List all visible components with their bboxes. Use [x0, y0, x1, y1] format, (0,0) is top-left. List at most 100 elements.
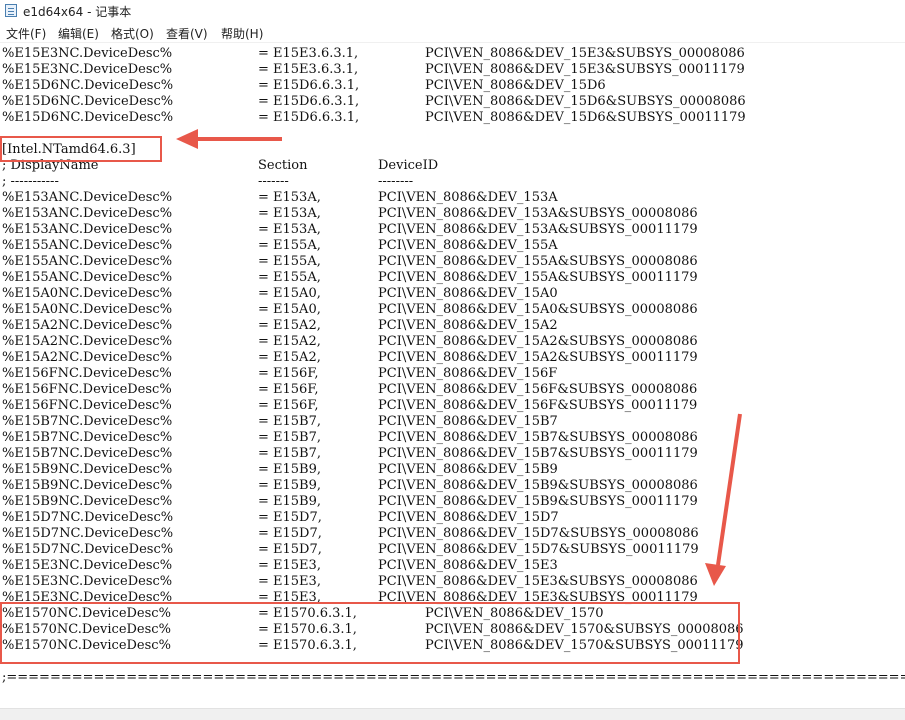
- line-col-deviceid: PCI\VEN_8086&DEV_15A0&SUBSYS_00008086: [378, 302, 698, 317]
- line-col-deviceid: PCI\VEN_8086&DEV_15E3: [378, 558, 558, 573]
- line-col-section: = E156F,: [258, 366, 319, 381]
- menu-file[interactable]: 文件(F): [6, 25, 46, 42]
- line-col-deviceid: PCI\VEN_8086&DEV_15D7&SUBSYS_00011179: [378, 542, 699, 557]
- menu-bar: 文件(F) 编辑(E) 格式(O) 查看(V) 帮助(H): [0, 22, 905, 43]
- text-line: %E153ANC.DeviceDesc% = E153A, PCI\VEN_8086…: [2, 190, 902, 206]
- line-col-name: %E153ANC.DeviceDesc%: [2, 222, 173, 237]
- line-col-name: %E15B9NC.DeviceDesc%: [2, 462, 173, 477]
- text-line: %E15D6NC.DeviceDesc% = E15D6.6.3.1, PCI\VE…: [2, 110, 902, 126]
- line-col-name: %E15B7NC.DeviceDesc%: [2, 414, 173, 429]
- text-line: %E15D7NC.DeviceDesc% = E15D7, PCI\VEN_8086…: [2, 542, 902, 558]
- line-col-section: = E15D6.6.3.1,: [258, 110, 360, 125]
- line-col-section: = E155A,: [258, 270, 321, 285]
- line-col-section: -------: [258, 174, 289, 189]
- line-col-name: %E15E3NC.DeviceDesc%: [2, 46, 173, 61]
- line-col-deviceid: PCI\VEN_8086&DEV_153A: [378, 190, 558, 205]
- text-line: %E15A2NC.DeviceDesc% = E15A2, PCI\VEN_8086…: [2, 350, 902, 366]
- text-line: %E15E3NC.DeviceDesc% = E15E3.6.3.1, PCI\VE…: [2, 62, 902, 78]
- text-line: %E15B7NC.DeviceDesc% = E15B7, PCI\VEN_8086…: [2, 430, 902, 446]
- line-col-deviceid: PCI\VEN_8086&DEV_15D7&SUBSYS_00008086: [378, 526, 699, 541]
- horizontal-scrollbar[interactable]: [0, 708, 905, 720]
- line-col-name: %E15A2NC.DeviceDesc%: [2, 318, 173, 333]
- line-col-deviceid: PCI\VEN_8086&DEV_15B7&SUBSYS_00011179: [378, 446, 698, 461]
- line-col-deviceid: PCI\VEN_8086&DEV_15A2&SUBSYS_00011179: [378, 350, 698, 365]
- text-line: %E15D7NC.DeviceDesc% = E15D7, PCI\VEN_8086…: [2, 510, 902, 526]
- line-col-name: %E15E3NC.DeviceDesc%: [2, 574, 173, 589]
- window-title: e1d64x64 - 记事本: [23, 5, 132, 19]
- line-col-name: %E15A2NC.DeviceDesc%: [2, 334, 173, 349]
- line-col-name: %E155ANC.DeviceDesc%: [2, 254, 173, 269]
- line-col-name: %E15D7NC.DeviceDesc%: [2, 542, 174, 557]
- line-col-name: %E156FNC.DeviceDesc%: [2, 398, 172, 413]
- annotation-box-e1570-lines: [0, 602, 740, 664]
- line-col-name: %E15D7NC.DeviceDesc%: [2, 526, 174, 541]
- text-line: %E15B9NC.DeviceDesc% = E15B9, PCI\VEN_8086…: [2, 478, 902, 494]
- text-line: %E155ANC.DeviceDesc% = E155A, PCI\VEN_8086…: [2, 238, 902, 254]
- line-col-section: = E15B9,: [258, 462, 322, 477]
- line-col-section: = E15D6.6.3.1,: [258, 94, 360, 109]
- line-col-name: %E156FNC.DeviceDesc%: [2, 366, 172, 381]
- line-col-deviceid: PCI\VEN_8086&DEV_15A2: [378, 318, 558, 333]
- text-line: %E153ANC.DeviceDesc% = E153A, PCI\VEN_8086…: [2, 206, 902, 222]
- line-col-section: = E15D7,: [258, 526, 322, 541]
- line-col-name: %E15E3NC.DeviceDesc%: [2, 62, 173, 77]
- line-col-section: = E155A,: [258, 254, 321, 269]
- line-col-name: ;=======================================…: [2, 670, 905, 685]
- line-col-deviceid: PCI\VEN_8086&DEV_15B9&SUBSYS_00011179: [378, 494, 698, 509]
- line-col-deviceid: PCI\VEN_8086&DEV_155A&SUBSYS_00011179: [378, 270, 698, 285]
- line-col-section: = E153A,: [258, 222, 321, 237]
- text-line: %E156FNC.DeviceDesc% = E156F, PCI\VEN_8086…: [2, 398, 902, 414]
- text-line: ;=======================================…: [2, 670, 905, 686]
- line-col-deviceid: PCI\VEN_8086&DEV_153A&SUBSYS_00008086: [378, 206, 698, 221]
- line-col-name: %E155ANC.DeviceDesc%: [2, 270, 173, 285]
- text-line: %E156FNC.DeviceDesc% = E156F, PCI\VEN_8086…: [2, 366, 902, 382]
- line-col-section: = E15E3,: [258, 558, 321, 573]
- line-col-section: = E15D7,: [258, 510, 322, 525]
- text-line: %E153ANC.DeviceDesc% = E153A, PCI\VEN_8086…: [2, 222, 902, 238]
- notepad-icon: [5, 4, 17, 17]
- line-col-deviceid: PCI\VEN_8086&DEV_15D6&SUBSYS_00011179: [425, 110, 746, 125]
- line-col-name: %E15E3NC.DeviceDesc%: [2, 558, 173, 573]
- line-col-deviceid: PCI\VEN_8086&DEV_15B7&SUBSYS_00008086: [378, 430, 698, 445]
- line-col-name: ; -----------: [2, 174, 59, 189]
- line-col-name: %E15B9NC.DeviceDesc%: [2, 478, 173, 493]
- menu-format[interactable]: 格式(O): [111, 25, 154, 42]
- menu-help[interactable]: 帮助(H): [221, 25, 263, 42]
- line-col-section: = E15D6.6.3.1,: [258, 78, 360, 93]
- line-col-name: %E15A0NC.DeviceDesc%: [2, 286, 173, 301]
- line-col-deviceid: PCI\VEN_8086&DEV_153A&SUBSYS_00011179: [378, 222, 698, 237]
- line-col-section: = E153A,: [258, 190, 321, 205]
- line-col-name: %E15A0NC.DeviceDesc%: [2, 302, 173, 317]
- text-line: %E15D7NC.DeviceDesc% = E15D7, PCI\VEN_8086…: [2, 526, 902, 542]
- line-col-deviceid: DeviceID: [378, 158, 439, 173]
- text-line: %E155ANC.DeviceDesc% = E155A, PCI\VEN_8086…: [2, 254, 902, 270]
- menu-view[interactable]: 查看(V): [166, 25, 208, 42]
- text-line: %E15B7NC.DeviceDesc% = E15B7, PCI\VEN_8086…: [2, 446, 902, 462]
- line-col-deviceid: PCI\VEN_8086&DEV_156F&SUBSYS_00011179: [378, 398, 698, 413]
- text-line: %E15A2NC.DeviceDesc% = E15A2, PCI\VEN_8086…: [2, 334, 902, 350]
- line-col-section: = E15B7,: [258, 446, 322, 461]
- menu-edit[interactable]: 编辑(E): [58, 25, 99, 42]
- line-col-name: %E153ANC.DeviceDesc%: [2, 206, 173, 221]
- text-line: %E156FNC.DeviceDesc% = E156F, PCI\VEN_8086…: [2, 382, 902, 398]
- line-col-deviceid: PCI\VEN_8086&DEV_15B9&SUBSYS_00008086: [378, 478, 698, 493]
- line-col-section: = E15E3.6.3.1,: [258, 46, 359, 61]
- line-col-section: = E156F,: [258, 398, 319, 413]
- line-col-name: %E15D6NC.DeviceDesc%: [2, 110, 174, 125]
- line-col-section: = E15A2,: [258, 334, 321, 349]
- line-col-deviceid: PCI\VEN_8086&DEV_156F&SUBSYS_00008086: [378, 382, 698, 397]
- text-line: %E155ANC.DeviceDesc% = E155A, PCI\VEN_8086…: [2, 270, 902, 286]
- line-col-section: = E15A0,: [258, 286, 321, 301]
- line-col-name: %E15A2NC.DeviceDesc%: [2, 350, 173, 365]
- line-col-section: = E153A,: [258, 206, 321, 221]
- line-col-section: Section: [258, 158, 308, 173]
- line-col-section: = E15B9,: [258, 494, 322, 509]
- text-line: %E15D6NC.DeviceDesc% = E15D6.6.3.1, PCI\VE…: [2, 78, 902, 94]
- line-col-deviceid: PCI\VEN_8086&DEV_15B7: [378, 414, 558, 429]
- text-line: %E15B9NC.DeviceDesc% = E15B9, PCI\VEN_8086…: [2, 494, 902, 510]
- text-line: %E15B7NC.DeviceDesc% = E15B7, PCI\VEN_8086…: [2, 414, 902, 430]
- line-col-deviceid: --------: [378, 174, 414, 189]
- text-line: %E15D6NC.DeviceDesc% = E15D6.6.3.1, PCI\VE…: [2, 94, 902, 110]
- line-col-deviceid: PCI\VEN_8086&DEV_155A: [378, 238, 558, 253]
- line-col-section: = E15B7,: [258, 414, 322, 429]
